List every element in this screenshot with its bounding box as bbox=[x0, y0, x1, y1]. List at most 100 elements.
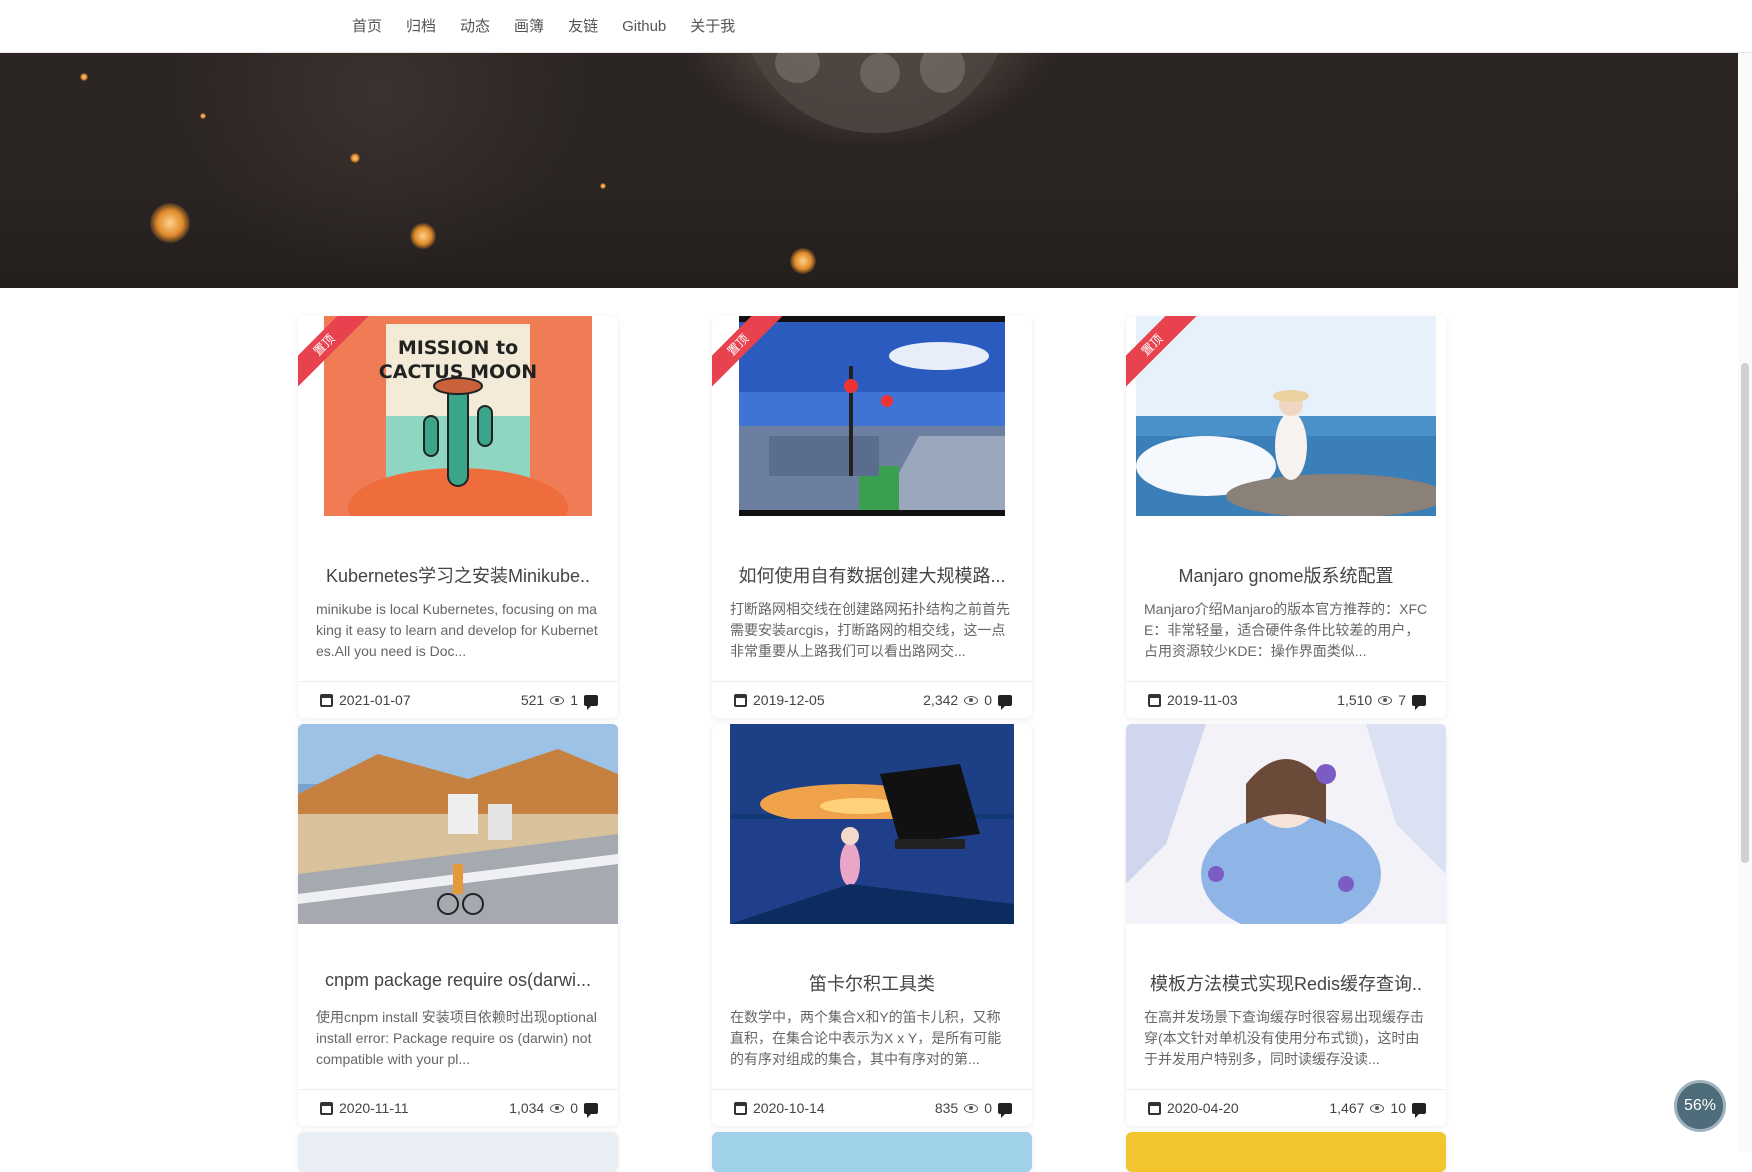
post-card[interactable]: 模板方法模式实现Redis缓存查询.. 在高并发场景下查询缓存时很容易出现缓存击… bbox=[1126, 724, 1446, 1126]
nav-item-gallery[interactable]: 画簿 bbox=[502, 0, 556, 53]
views-count: 1,510 bbox=[1337, 692, 1373, 708]
post-meta: 2019-12-05 2,342 0 bbox=[712, 681, 1032, 718]
nav-item-links[interactable]: 友链 bbox=[556, 0, 610, 53]
calendar-icon bbox=[1148, 693, 1161, 707]
thumb-text: MISSION to bbox=[398, 337, 518, 359]
nav-item-home[interactable]: 首页 bbox=[340, 0, 394, 53]
date-text: 2020-04-20 bbox=[1167, 1100, 1239, 1116]
nav-item-archive[interactable]: 归档 bbox=[394, 0, 448, 53]
post-title[interactable]: Kubernetes学习之安装Minikube.. bbox=[310, 562, 606, 588]
views-count: 1,467 bbox=[1329, 1100, 1365, 1116]
comment-icon bbox=[998, 1102, 1012, 1118]
post-title[interactable]: 如何使用自有数据创建大规模路... bbox=[724, 562, 1020, 588]
post-stats: 1,034 0 bbox=[509, 1100, 598, 1118]
comments-count: 0 bbox=[984, 1100, 992, 1116]
post-card[interactable]: 置顶 MISSION to CACTUS MOON Kubernetes学习之安… bbox=[298, 316, 618, 718]
comment-icon bbox=[998, 694, 1012, 710]
post-card[interactable]: cnpm package require os(darwi... 使用cnpm … bbox=[298, 724, 618, 1126]
date-text: 2021-01-07 bbox=[339, 692, 411, 708]
post-stats: 2,342 0 bbox=[923, 692, 1012, 710]
post-excerpt: 在数学中，两个集合X和Y的笛卡儿积，又称直积，在集合论中表示为X x Y，是所有… bbox=[730, 1009, 1002, 1067]
post-card-partial[interactable] bbox=[298, 1132, 618, 1172]
comment-icon bbox=[584, 694, 598, 710]
hero-glow bbox=[150, 203, 190, 243]
date-text: 2019-12-05 bbox=[753, 692, 825, 708]
anime-girl-illustration bbox=[1126, 724, 1446, 924]
reading-progress-button[interactable]: 56% bbox=[1674, 1080, 1726, 1132]
post-title[interactable]: Manjaro gnome版系统配置 bbox=[1138, 562, 1434, 588]
post-thumbnail: MISSION to CACTUS MOON bbox=[324, 316, 592, 516]
calendar-icon bbox=[320, 1101, 333, 1115]
calendar-icon bbox=[1148, 1101, 1161, 1115]
nav-list: 首页 归档 动态 画簿 友链 Github 关于我 bbox=[340, 0, 747, 53]
post-stats: 1,510 7 bbox=[1337, 692, 1426, 710]
eye-icon bbox=[550, 695, 565, 705]
post-thumbnail bbox=[1136, 316, 1436, 516]
top-nav: 首页 归档 动态 画簿 友链 Github 关于我 bbox=[0, 0, 1752, 53]
post-card[interactable]: 笛卡尔积工具类 在数学中，两个集合X和Y的笛卡儿积，又称直积，在集合论中表示为X… bbox=[712, 724, 1032, 1126]
post-title[interactable]: 模板方法模式实现Redis缓存查询.. bbox=[1138, 970, 1434, 996]
comment-icon bbox=[1412, 694, 1426, 710]
post-card[interactable]: 置顶 如何使用自有数据创建大规模路... 打断路网相交线在创建路网拓扑结构之前首… bbox=[712, 316, 1032, 718]
nav-item-moments[interactable]: 动态 bbox=[448, 0, 502, 53]
hero-glow bbox=[410, 223, 436, 249]
nav-item-github[interactable]: Github bbox=[610, 0, 678, 53]
scrollbar-thumb[interactable] bbox=[1741, 363, 1749, 863]
post-card-partial[interactable] bbox=[712, 1132, 1032, 1172]
post-meta: 2020-11-11 1,034 0 bbox=[298, 1089, 618, 1126]
comments-count: 0 bbox=[984, 692, 992, 708]
post-meta: 2020-10-14 835 0 bbox=[712, 1089, 1032, 1126]
post-excerpt: minikube is local Kubernetes, focusing o… bbox=[316, 601, 598, 659]
post-excerpt: 打断路网相交线在创建路网拓扑结构之前首先需要安装arcgis，打断路网的相交线，… bbox=[730, 601, 1010, 659]
post-thumbnail bbox=[298, 724, 618, 924]
nav-item-about[interactable]: 关于我 bbox=[678, 0, 747, 53]
page-scrollbar[interactable] bbox=[1738, 53, 1752, 1152]
views-count: 521 bbox=[520, 692, 545, 708]
date-text: 2020-11-11 bbox=[339, 1100, 409, 1116]
post-excerpt: 使用cnpm install 安装项目依赖时出现optional install… bbox=[316, 1009, 597, 1067]
views-count: 2,342 bbox=[923, 692, 959, 708]
railway-crossing-illustration bbox=[739, 322, 1005, 510]
post-meta: 2019-11-03 1,510 7 bbox=[1126, 681, 1446, 718]
hero-glow bbox=[790, 248, 816, 274]
seaside-illustration bbox=[1136, 316, 1436, 516]
hero-glow bbox=[200, 113, 206, 119]
views-count: 835 bbox=[934, 1100, 959, 1116]
post-card[interactable]: 置顶 Manjaro gnome版系统配置 Manjaro介绍Manjaro的版… bbox=[1126, 316, 1446, 718]
comments-count: 7 bbox=[1398, 692, 1406, 708]
post-date: 2019-11-03 bbox=[1148, 692, 1238, 708]
post-date: 2020-04-20 bbox=[1148, 1100, 1239, 1116]
post-thumbnail bbox=[739, 316, 1005, 516]
post-date: 2020-10-14 bbox=[734, 1100, 825, 1116]
post-thumbnail bbox=[1126, 724, 1446, 924]
hero-banner bbox=[0, 53, 1752, 288]
post-meta: 2021-01-07 521 1 bbox=[298, 681, 618, 718]
eye-icon bbox=[550, 1103, 565, 1113]
comments-count: 1 bbox=[570, 692, 578, 708]
post-title[interactable]: 笛卡尔积工具类 bbox=[724, 970, 1020, 996]
comment-icon bbox=[1412, 1102, 1426, 1118]
comments-count: 10 bbox=[1390, 1100, 1406, 1116]
hero-glow bbox=[350, 153, 360, 163]
views-count: 1,034 bbox=[509, 1100, 545, 1116]
cactus-illustration: MISSION to CACTUS MOON bbox=[348, 324, 568, 516]
eye-icon bbox=[964, 1103, 979, 1113]
comments-count: 0 bbox=[570, 1100, 578, 1116]
hero-shape bbox=[860, 53, 900, 93]
post-meta: 2020-04-20 1,467 10 bbox=[1126, 1089, 1446, 1126]
hillside-town-illustration bbox=[298, 724, 618, 924]
post-title[interactable]: cnpm package require os(darwi... bbox=[310, 970, 606, 991]
post-stats: 1,467 10 bbox=[1329, 1100, 1426, 1118]
eye-icon bbox=[964, 695, 979, 705]
svg-text:CACTUS MOON: CACTUS MOON bbox=[379, 361, 537, 383]
post-stats: 521 1 bbox=[520, 692, 598, 710]
post-excerpt: Manjaro介绍Manjaro的版本官方推荐的：XFCE：非常轻量，适合硬件条… bbox=[1144, 601, 1428, 659]
eye-icon bbox=[1370, 1103, 1385, 1113]
date-text: 2019-11-03 bbox=[1167, 692, 1238, 708]
post-date: 2020-11-11 bbox=[320, 1100, 409, 1116]
hero-glow bbox=[600, 183, 606, 189]
post-card-partial[interactable] bbox=[1126, 1132, 1446, 1172]
calendar-icon bbox=[320, 693, 333, 707]
calendar-icon bbox=[734, 1101, 747, 1115]
piano-sea-illustration bbox=[730, 724, 1014, 924]
